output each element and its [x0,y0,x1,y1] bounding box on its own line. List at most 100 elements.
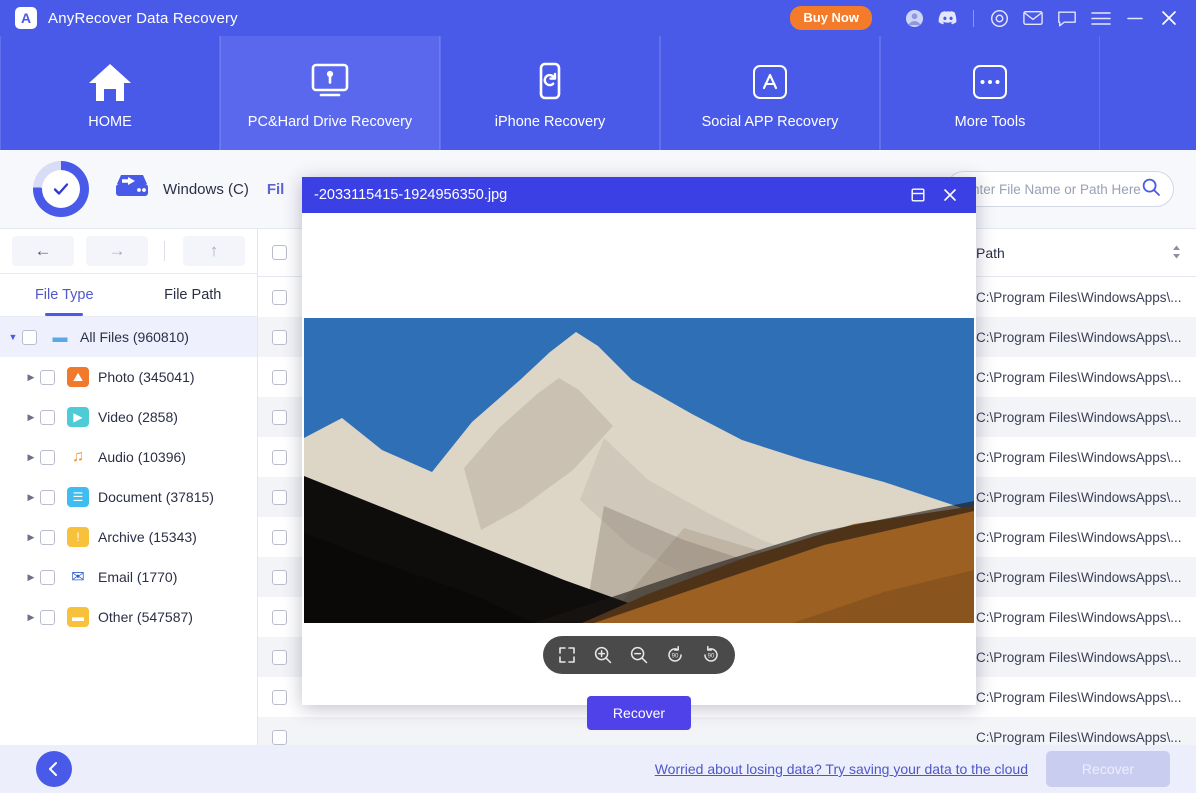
fit-screen-button[interactable] [555,643,579,667]
column-header-path[interactable]: Path [968,229,1196,277]
cell-path: C:\Program Files\WindowsApps\... [968,330,1196,345]
tree-item-checkbox[interactable] [40,450,55,465]
footer-bar: Worried about losing data? Try saving yo… [0,745,1196,793]
cell-path: C:\Program Files\WindowsApps\... [968,570,1196,585]
minimize-icon[interactable] [1118,0,1152,36]
chevron-right-icon[interactable]: ▶ [22,572,40,583]
sort-toggle-icon[interactable] [1171,244,1182,261]
photo-icon: ⛰ [67,367,89,387]
app-window: A AnyRecover Data Recovery Buy Now [0,0,1196,793]
row-checkbox[interactable] [272,450,287,465]
chevron-down-icon[interactable]: ▼ [4,332,22,342]
search-container [946,171,1174,207]
tree-item[interactable]: ▼▬All Files (960810) [0,317,257,357]
forward-button[interactable]: → [86,236,148,266]
left-panel: ← → ↑ File Type File Path ▼▬All Files (9… [0,229,258,745]
rotate-right-button[interactable]: 90 [699,643,723,667]
chevron-right-icon[interactable]: ▶ [22,532,40,543]
row-checkbox[interactable] [272,290,287,305]
app-logo-icon: A [15,7,37,29]
tree-item-checkbox[interactable] [40,490,55,505]
tree-item-checkbox[interactable] [40,530,55,545]
tree-item[interactable]: ▶!Archive (15343) [0,517,257,557]
tree-item-label: Email (1770) [98,569,177,585]
nav-item-iphone-recovery[interactable]: iPhone Recovery [440,36,660,150]
chevron-right-icon[interactable]: ▶ [22,372,40,383]
panel-nav-buttons: ← → ↑ [0,229,257,274]
cell-path: C:\Program Files\WindowsApps\... [968,490,1196,505]
tree-item[interactable]: ▶⛰Photo (345041) [0,357,257,397]
close-icon[interactable] [1152,0,1186,36]
row-checkbox[interactable] [272,610,287,625]
row-checkbox[interactable] [272,410,287,425]
tree-item-label: Video (2858) [98,409,178,425]
up-button[interactable]: ↑ [183,236,245,266]
mail-icon[interactable] [1016,0,1050,36]
row-checkbox[interactable] [272,530,287,545]
row-checkbox[interactable] [272,330,287,345]
dialog-recover-button[interactable]: Recover [587,696,691,730]
nav-item-home[interactable]: HOME [0,36,220,150]
tree-item-checkbox[interactable] [40,370,55,385]
cell-path: C:\Program Files\WindowsApps\... [968,410,1196,425]
search-box[interactable] [946,171,1174,207]
row-checkbox[interactable] [272,370,287,385]
buy-now-button[interactable]: Buy Now [790,6,872,30]
chevron-right-icon[interactable]: ▶ [22,452,40,463]
zoom-in-button[interactable] [591,643,615,667]
tree-item-checkbox[interactable] [40,570,55,585]
row-checkbox[interactable] [272,570,287,585]
row-select-cell [258,690,300,705]
nav-item-social-app-recovery[interactable]: Social APP Recovery [660,36,880,150]
tree-item[interactable]: ▶▶Video (2858) [0,397,257,437]
feedback-icon[interactable] [1050,0,1084,36]
row-checkbox[interactable] [272,490,287,505]
title-bar: A AnyRecover Data Recovery Buy Now [0,0,1196,36]
nav-label: iPhone Recovery [495,114,605,130]
tree-item-checkbox[interactable] [40,610,55,625]
chevron-right-icon[interactable]: ▶ [22,612,40,623]
titlebar-controls: Buy Now [790,0,1196,36]
cell-path: C:\Program Files\WindowsApps\... [968,290,1196,305]
harddrive-icon [113,171,151,208]
menu-icon[interactable] [1084,0,1118,36]
tree-item[interactable]: ▶ ✉ Email (1770) [0,557,257,597]
tree-item-checkbox[interactable] [22,330,37,345]
cloud-backup-link[interactable]: Worried about losing data? Try saving yo… [655,761,1028,777]
chevron-right-icon[interactable]: ▶ [22,412,40,423]
target-icon[interactable] [982,0,1016,36]
tree-item-checkbox[interactable] [40,410,55,425]
back-button[interactable]: ← [12,236,74,266]
tree-item[interactable]: ▶☰Document (37815) [0,477,257,517]
image-preview-dialog: -2033115415-1924956350.jpg [302,177,976,705]
tab-file-type[interactable]: File Type [0,274,129,316]
discord-icon[interactable] [931,0,965,36]
row-checkbox[interactable] [272,690,287,705]
nav-item-pc-hard-drive-recovery[interactable]: PC&Hard Drive Recovery [220,36,440,150]
cell-path: C:\Program Files\WindowsApps\... [968,450,1196,465]
dialog-close-icon[interactable] [934,177,966,213]
tree-item-label: Audio (10396) [98,449,186,465]
svg-text:90: 90 [708,654,715,660]
search-input[interactable] [963,182,1141,197]
row-checkbox[interactable] [272,730,287,745]
row-checkbox[interactable] [272,650,287,665]
search-icon[interactable] [1141,177,1161,202]
zoom-out-button[interactable] [627,643,651,667]
footer-back-button[interactable] [36,751,72,787]
nav-item-more-tools[interactable]: More Tools [880,36,1100,150]
row-select-cell [258,650,300,665]
select-all-checkbox[interactable] [272,245,287,260]
footer-recover-button[interactable]: Recover [1046,751,1170,787]
maximize-icon[interactable] [902,177,934,213]
tree-item[interactable]: ▶ ♫ Audio (10396) [0,437,257,477]
tab-file-path[interactable]: File Path [129,274,258,316]
tree-item-label: Document (37815) [98,489,214,505]
rotate-left-button[interactable]: 90 [663,643,687,667]
account-icon[interactable] [897,0,931,36]
audio-icon: ♫ [67,447,89,467]
chevron-right-icon[interactable]: ▶ [22,492,40,503]
file-filter-label[interactable]: Fil [267,181,285,198]
tree-item[interactable]: ▶▬Other (547587) [0,597,257,637]
email-icon: ✉ [67,567,89,587]
